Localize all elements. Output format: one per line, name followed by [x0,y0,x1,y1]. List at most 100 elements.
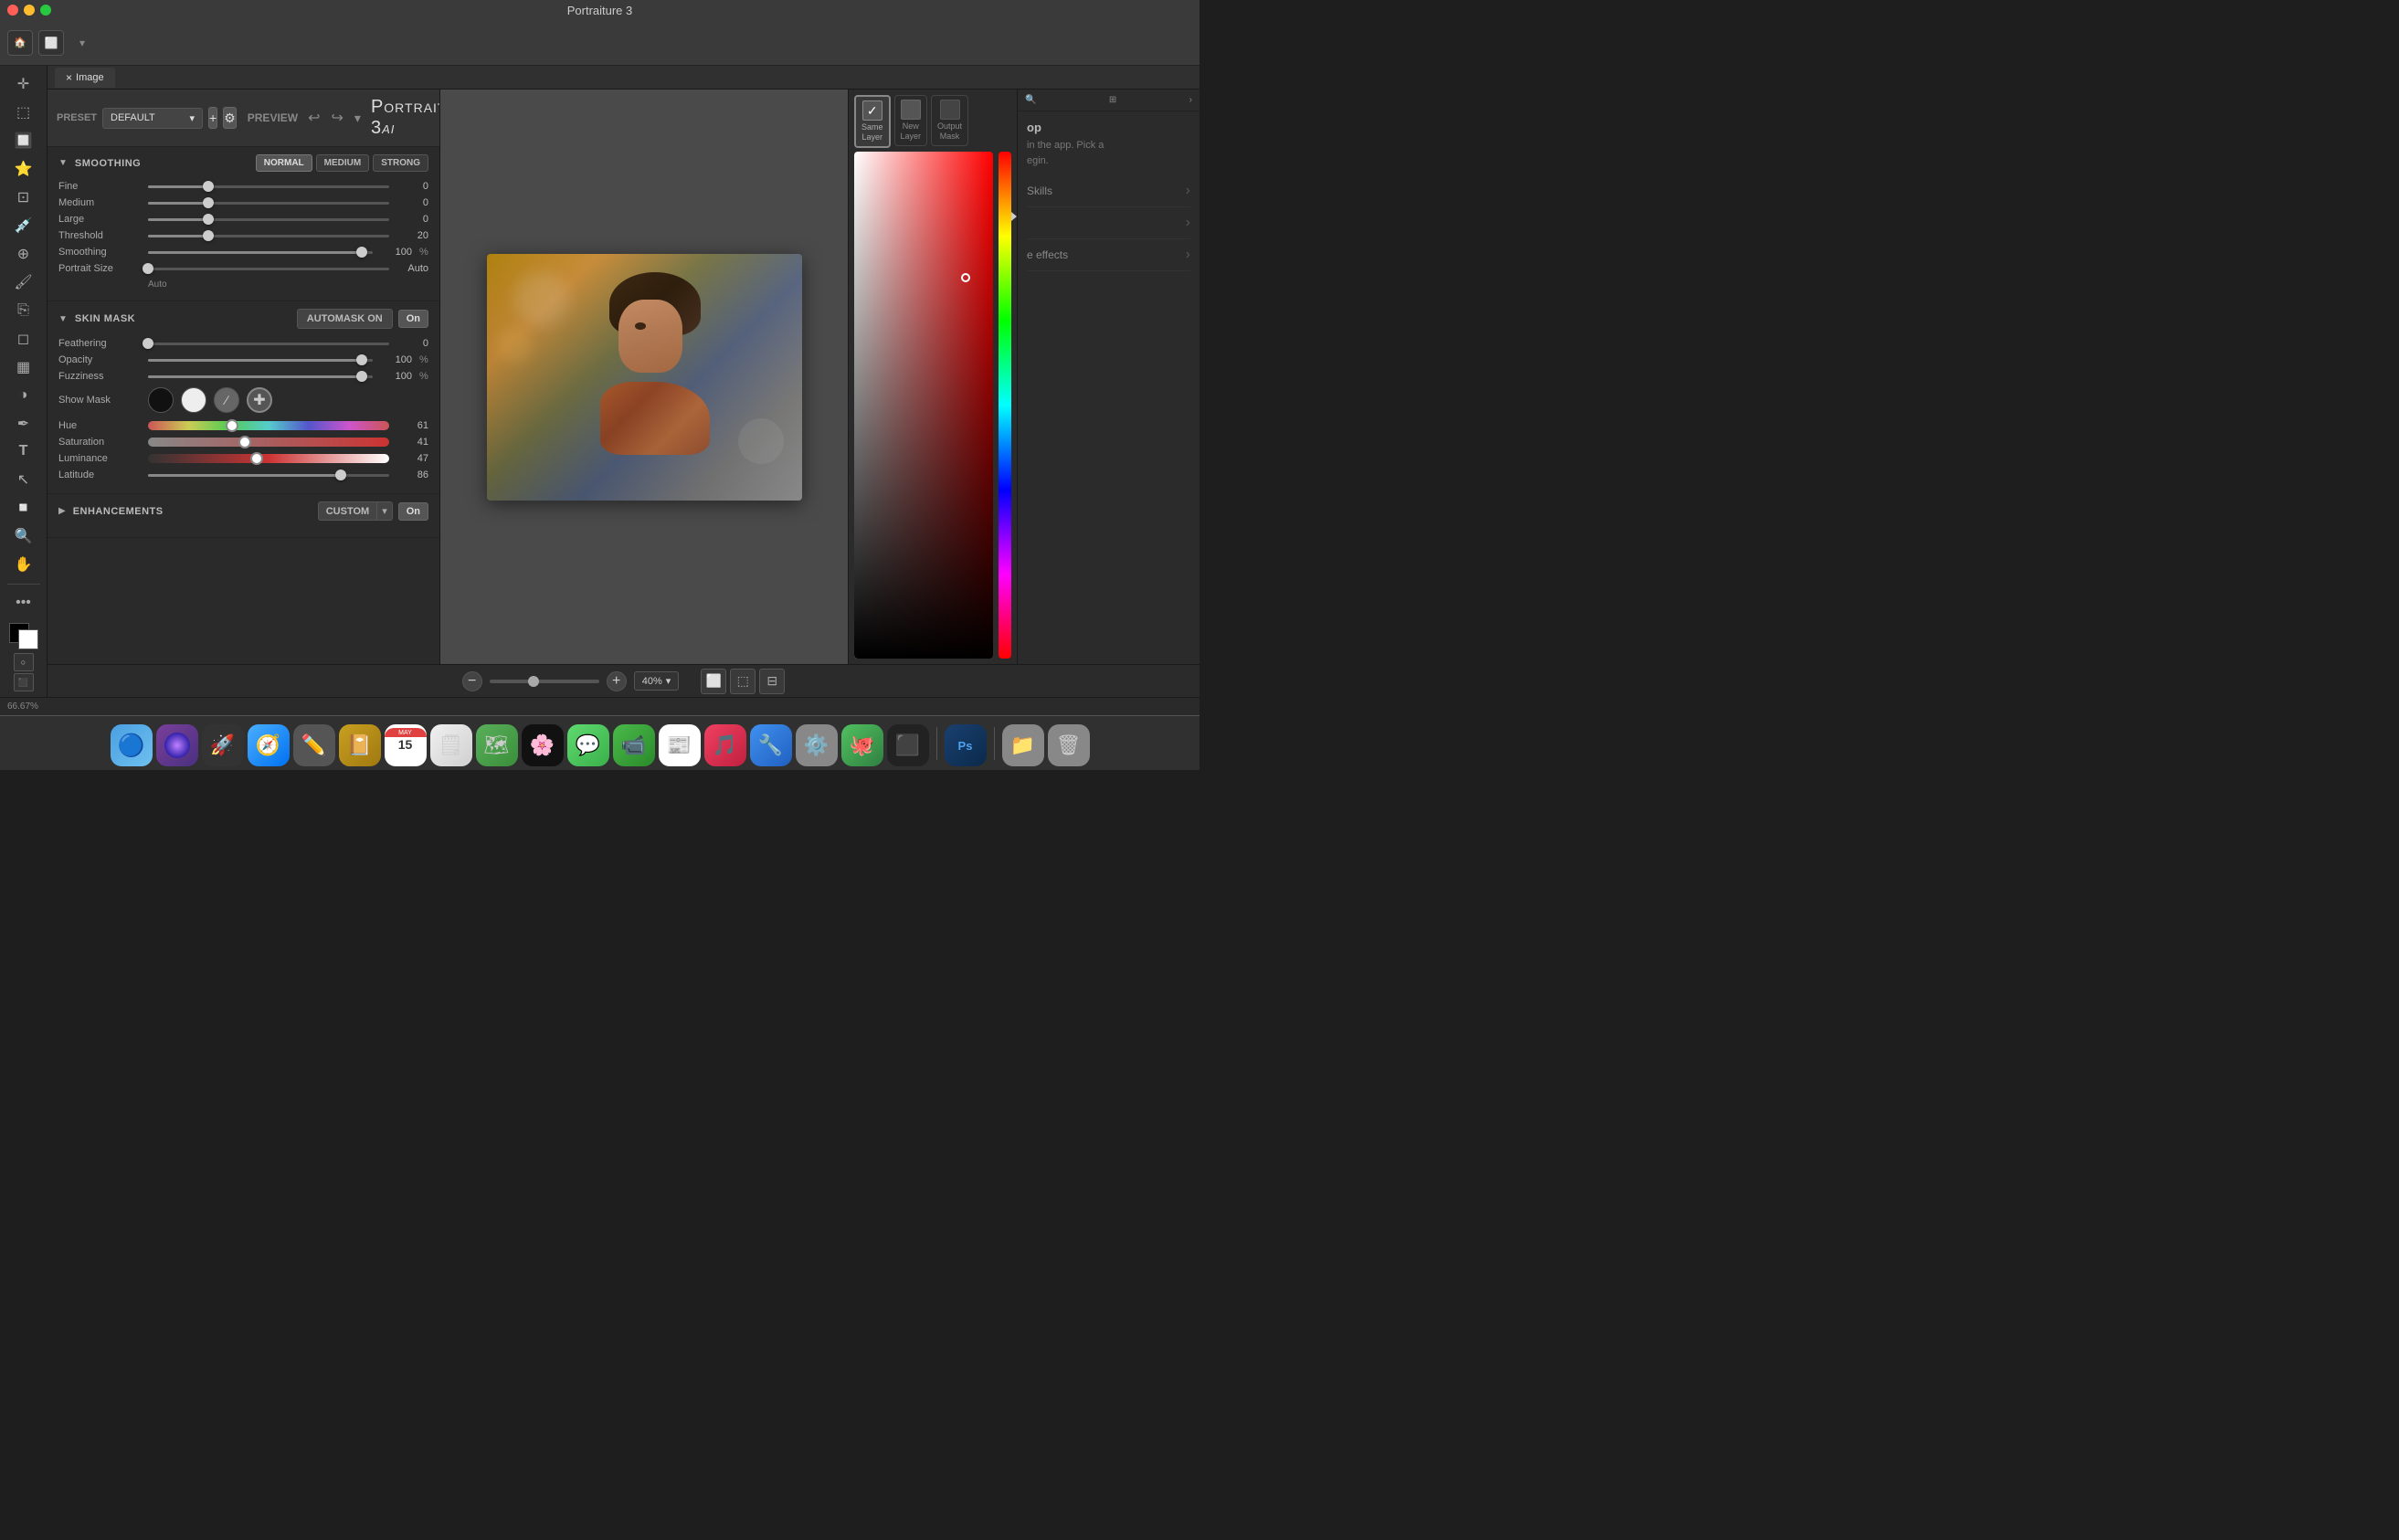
medium-slider[interactable] [148,202,389,205]
close-button[interactable] [7,5,18,16]
enhancements-on-button[interactable]: On [398,502,428,521]
mask-cross-icon[interactable]: ✚ [247,387,272,413]
learn-link-effects[interactable]: e effects › [1027,239,1190,271]
learn-link-skills[interactable]: Skills › [1027,175,1190,207]
zoom-in-button[interactable]: + [607,671,627,691]
dock-trash[interactable]: 🗑 [1048,724,1090,766]
dock-coda[interactable]: 🐙 [841,724,883,766]
same-layer-option[interactable]: ✓ SameLayer [854,95,891,148]
preset-dropdown[interactable]: DEFAULT ▾ [102,108,203,129]
zoom-dropdown[interactable]: 40% ▾ [634,671,680,691]
maximize-button[interactable] [40,5,51,16]
custom-dropdown-arrow[interactable]: ▾ [376,502,392,520]
dock-appstore[interactable]: 🔧 [750,724,792,766]
preview-dropdown[interactable]: ▾ [350,109,365,128]
dock-pencil[interactable]: ✏️ [293,724,335,766]
marquee-options[interactable]: ⬜ [38,30,64,56]
tool-shape[interactable]: ◽ [9,495,38,522]
ps-layout-icon[interactable]: ⊞ [1109,95,1116,105]
tool-clone[interactable]: ⎘ [9,297,38,323]
mask-black-icon[interactable] [148,387,174,413]
dock-news[interactable]: 📰 [659,724,701,766]
dock-music[interactable]: 🎵 [704,724,746,766]
enhancements-toggle[interactable]: ▶ [58,506,66,516]
tool-dodge[interactable]: ◑ [9,382,38,408]
image-tab[interactable]: × Image [55,68,115,88]
compare-view-btn[interactable]: ⊟ [759,669,785,694]
tool-gradient[interactable]: ▦ [9,353,38,380]
custom-dropdown[interactable]: CUSTOM ▾ [318,501,393,521]
mask-gray-icon[interactable]: ∕ [214,387,239,413]
split-view-btn[interactable]: ⬚ [730,669,756,694]
color-swatches[interactable] [7,621,40,651]
dock-reminders[interactable]: 🗒 [430,724,472,766]
zoom-slider[interactable] [490,680,599,683]
tool-path-select[interactable]: ↖ [9,467,38,493]
mask-white-icon[interactable] [181,387,206,413]
quick-mask-mode[interactable]: ○ [14,653,34,671]
dock-rocket[interactable]: 🚀 [202,724,244,766]
dock-notes[interactable]: 📔 [339,724,381,766]
dock-calendar[interactable]: MAY 15 [385,724,427,766]
output-mask-option[interactable]: OutputMask [931,95,968,146]
undo-button[interactable]: ↩ [303,107,324,129]
skin-mask-toggle[interactable]: ▼ [58,314,68,324]
dock-facetime[interactable]: 📹 [613,724,655,766]
minimize-button[interactable] [24,5,35,16]
dock-sysprefs[interactable]: ⚙️ [796,724,838,766]
tool-brush[interactable]: 🖌 [9,269,38,295]
redo-button[interactable]: ↪ [327,107,348,129]
medium-btn[interactable]: MEDIUM [316,154,370,172]
tool-eyedropper[interactable]: 💉 [9,213,38,239]
ps-arrow-icon[interactable]: › [1189,95,1192,105]
tool-lasso[interactable]: 🔲 [9,128,38,154]
tool-move[interactable]: ✛ [9,71,38,98]
dock-photoshop[interactable]: Ps [945,724,987,766]
dock-safari[interactable]: 🧭 [248,724,290,766]
dock-terminal[interactable]: ⬛ [887,724,929,766]
dock-siri[interactable] [156,724,198,766]
threshold-slider[interactable] [148,235,389,237]
screen-mode[interactable]: ⬛ [14,673,34,691]
tool-text[interactable]: T [9,438,38,465]
feathering-slider[interactable] [148,343,389,345]
dock-folder[interactable]: 📁 [1002,724,1044,766]
normal-btn[interactable]: NORMAL [256,154,312,172]
tool-eraser[interactable]: ◻ [9,325,38,352]
tool-crop[interactable]: ⊡ [9,185,38,211]
tool-zoom[interactable]: 🔍 [9,523,38,550]
dock-photos[interactable]: 🌸 [522,724,564,766]
zoom-out-button[interactable]: − [462,671,482,691]
strong-btn[interactable]: STRONG [373,154,428,172]
latitude-slider[interactable] [148,474,389,477]
single-view-btn[interactable]: ⬜ [701,669,726,694]
smoothing-toggle[interactable]: ▼ [58,158,68,168]
tool-heal[interactable]: ⊕ [9,241,38,268]
saturation-slider[interactable] [148,438,389,447]
settings-button[interactable]: ⚙ [223,107,237,129]
new-layer-option[interactable]: NewLayer [894,95,928,146]
skin-mask-on-button[interactable]: On [398,310,428,328]
portrait-size-slider[interactable] [148,268,389,270]
add-preset-button[interactable]: + [208,107,217,129]
ps-search-icon[interactable]: 🔍 [1025,95,1036,105]
tab-close[interactable]: × [66,71,72,84]
dock-messages[interactable]: 💬 [567,724,609,766]
fine-slider[interactable] [148,185,389,188]
large-slider[interactable] [148,218,389,221]
fuzziness-slider[interactable] [148,375,373,378]
automask-button[interactable]: AUTOMASK ON [297,309,393,329]
hue-strip[interactable] [999,152,1011,659]
tool-more[interactable]: ••• [9,590,38,617]
dock-finder[interactable]: 🔵 [111,724,153,766]
tool-magic-wand[interactable]: ⭐ [9,156,38,183]
color-gradient-square[interactable] [854,152,993,659]
opacity-slider[interactable] [148,359,373,362]
tool-marquee[interactable]: ⬚ [9,100,38,126]
home-button[interactable]: 🏠 [7,30,33,56]
dropdown-arrow[interactable]: ▾ [69,30,95,56]
tool-pan[interactable]: ✋ [9,552,38,578]
luminance-slider[interactable] [148,454,389,463]
color-gradient-area[interactable] [854,152,1011,659]
learn-link-2[interactable]: › [1027,207,1190,239]
